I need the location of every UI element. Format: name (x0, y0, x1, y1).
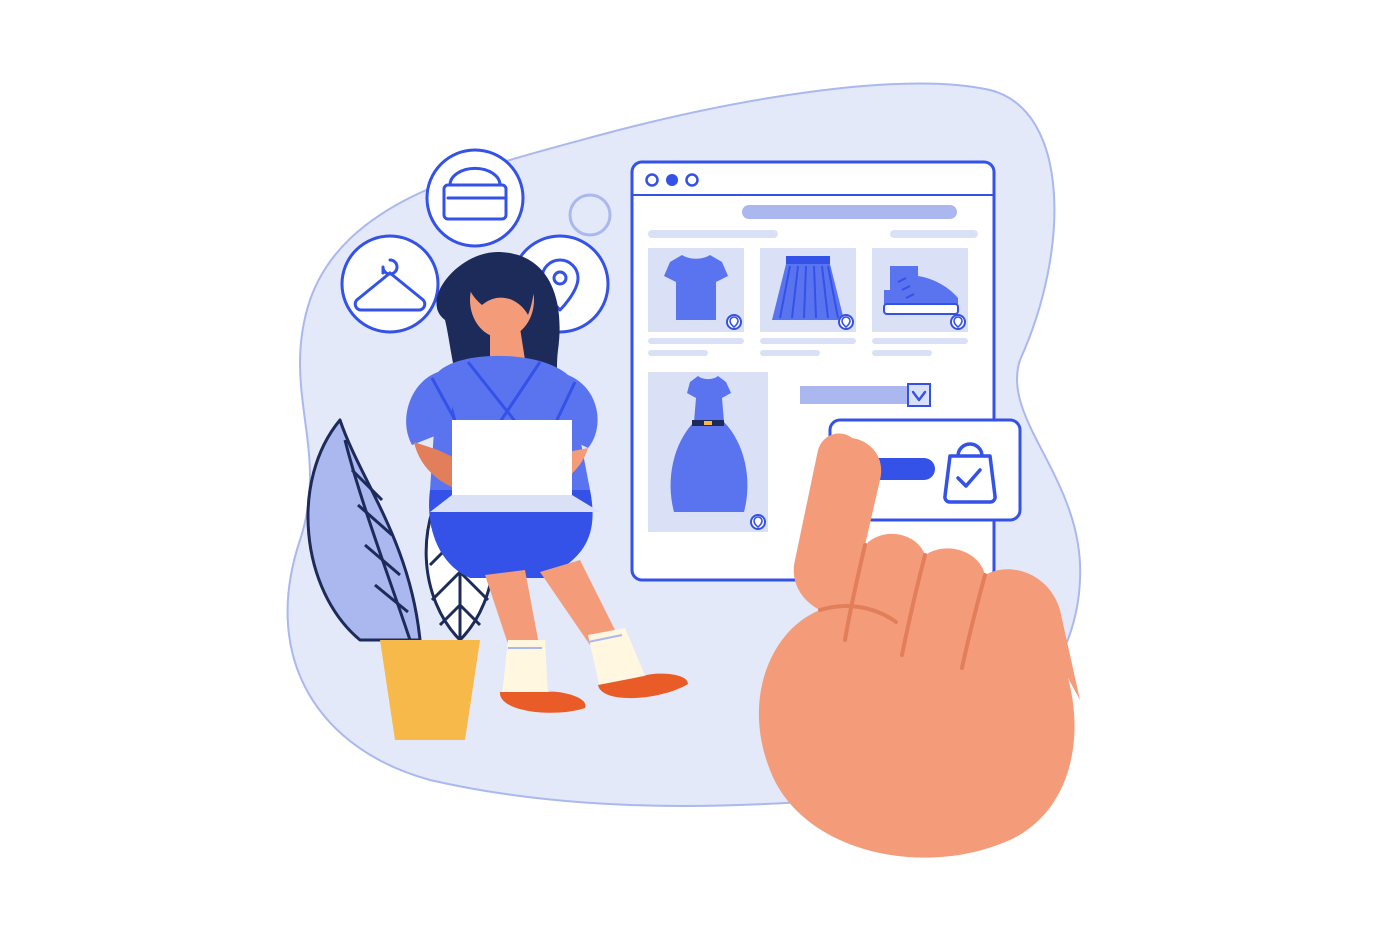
online-shopping-illustration (0, 0, 1400, 925)
dropdown-bar[interactable] (800, 384, 930, 406)
hanger-icon (342, 236, 438, 332)
product-card-dress[interactable] (648, 372, 768, 532)
wallet-icon (427, 150, 523, 246)
product-card-sneaker[interactable] (872, 248, 968, 332)
product-card-skirt[interactable] (760, 248, 856, 332)
product-card-tshirt[interactable] (648, 248, 744, 332)
header-bar (742, 205, 957, 219)
